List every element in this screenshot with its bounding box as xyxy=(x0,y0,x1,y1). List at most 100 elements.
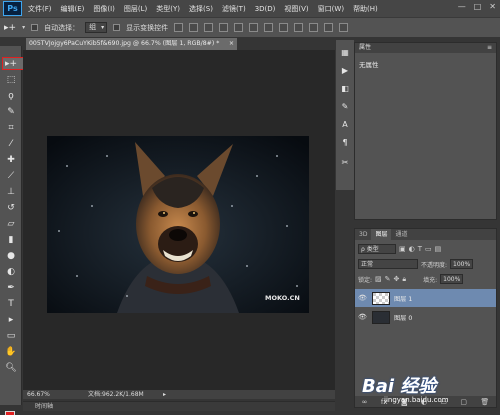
layer-name: 图层 1 xyxy=(394,295,413,303)
auto-select-dropdown[interactable]: 组 xyxy=(85,22,108,33)
filter-smart-icon[interactable]: ▤ xyxy=(435,245,442,253)
opacity-field[interactable]: 100% xyxy=(450,259,474,269)
shape-tool-icon[interactable]: ▭ xyxy=(4,329,18,342)
move-tool-preset-icon[interactable]: ▸+ xyxy=(4,23,16,33)
lasso-tool-icon[interactable]: ϙ xyxy=(4,89,18,102)
foreground-color-swatch[interactable] xyxy=(5,411,15,415)
distribute-left-icon[interactable] xyxy=(309,23,319,32)
document-canvas[interactable]: MOKO.CN xyxy=(47,136,309,313)
tool-presets-panel-icon[interactable]: ✂ xyxy=(340,158,350,167)
distribute-hcenter-icon[interactable] xyxy=(324,23,334,32)
show-transform-checkbox[interactable] xyxy=(113,24,121,31)
menu-filter[interactable]: 滤镜(T) xyxy=(222,4,246,14)
status-menu-icon[interactable]: ▸ xyxy=(163,390,166,399)
tab-3d[interactable]: 3D xyxy=(355,229,371,240)
filter-shape-icon[interactable]: ▭ xyxy=(425,245,432,253)
menu-type[interactable]: 类型(Y) xyxy=(156,4,180,14)
align-right-icon[interactable] xyxy=(249,23,259,32)
visibility-eye-icon[interactable]: 👁︎ xyxy=(358,313,367,321)
properties-body: 无属性 xyxy=(359,61,379,69)
dodge-tool-icon[interactable]: ◐ xyxy=(4,265,18,278)
properties-title: 属性 xyxy=(359,44,372,51)
layer-row[interactable]: 👁︎ 图层 0 xyxy=(355,308,496,326)
eraser-tool-icon[interactable]: ▱ xyxy=(4,217,18,230)
distribute-bottom-icon[interactable] xyxy=(294,23,304,32)
menu-view[interactable]: 视图(V) xyxy=(284,4,308,14)
lock-row: 锁定: ▨ ✎ ✥ 🔒︎ 填充: 100% xyxy=(355,273,496,285)
filter-type-icon[interactable]: T xyxy=(418,245,422,253)
history-brush-tool-icon[interactable]: ↺ xyxy=(4,201,18,214)
clone-stamp-tool-icon[interactable]: ⊥ xyxy=(4,185,18,198)
zoom-readout[interactable]: 66.67% xyxy=(27,390,50,399)
actions-panel-icon[interactable]: ▶ xyxy=(340,66,350,75)
lock-transparent-icon[interactable]: ▨ xyxy=(375,275,382,283)
document-tab-title: 005TVJojgy6PaCuYKib5f&690.jpg @ 66.7% (图… xyxy=(29,40,220,47)
layer-row[interactable]: 👁︎ 图层 1 xyxy=(355,289,496,307)
minimize-button[interactable]: — xyxy=(458,2,466,11)
baidu-watermark: Bai 经验 jingyan.baidu.com xyxy=(352,368,497,413)
distribute-right-icon[interactable] xyxy=(339,23,349,32)
distribute-top-icon[interactable] xyxy=(264,23,274,32)
align-bottom-icon[interactable] xyxy=(204,23,214,32)
lock-all-icon[interactable]: 🔒︎ xyxy=(402,275,406,284)
auto-select-checkbox[interactable] xyxy=(31,24,39,31)
align-hcenter-icon[interactable] xyxy=(234,23,244,32)
path-select-tool-icon[interactable]: ▸ xyxy=(4,313,18,326)
fill-field[interactable]: 100% xyxy=(440,274,464,284)
paragraph-panel-icon[interactable]: ¶ xyxy=(340,138,350,147)
tab-layers[interactable]: 图层 xyxy=(371,229,392,240)
menu-help[interactable]: 帮助(H) xyxy=(353,4,378,14)
brush-tool-icon[interactable]: ⟋ xyxy=(4,169,18,182)
panel-menu-icon[interactable]: ≡ xyxy=(487,43,492,53)
panel-dock: ▦ ▶ ◧ ✎ A ¶ ✂ xyxy=(336,40,354,190)
align-top-icon[interactable] xyxy=(174,23,184,32)
maximize-button[interactable]: □ xyxy=(474,2,482,11)
filter-adjust-icon[interactable]: ◐ xyxy=(409,245,415,253)
watermark-url: jingyan.baidu.com xyxy=(384,396,449,404)
preset-dropdown-icon[interactable]: ▾ xyxy=(22,24,25,31)
adjustments-panel-icon[interactable]: ◧ xyxy=(340,84,350,93)
align-left-icon[interactable] xyxy=(219,23,229,32)
document-tab-close-icon[interactable]: × xyxy=(229,38,234,50)
document-tab[interactable]: 005TVJojgy6PaCuYKib5f&690.jpg @ 66.7% (图… xyxy=(26,38,237,50)
menu-3d[interactable]: 3D(D) xyxy=(255,5,276,13)
character-panel-icon[interactable]: A xyxy=(340,120,350,129)
close-button[interactable]: ✕ xyxy=(489,2,496,11)
auto-select-label: 自动选择： xyxy=(44,23,80,32)
opacity-label: 不透明度: xyxy=(421,261,448,269)
menu-file[interactable]: 文件(F) xyxy=(28,4,52,14)
window-controls: — □ ✕ xyxy=(458,2,496,11)
menu-image[interactable]: 图像(I) xyxy=(93,4,115,14)
crop-tool-icon[interactable]: ⌗ xyxy=(4,121,18,134)
menu-layer[interactable]: 图层(L) xyxy=(124,4,147,14)
zoom-tool-icon[interactable]: 🔍︎ xyxy=(4,361,18,374)
dog-photo xyxy=(47,136,309,313)
tab-channels[interactable]: 通道 xyxy=(391,229,411,240)
visibility-eye-icon[interactable]: 👁︎ xyxy=(358,294,367,302)
hand-tool-icon[interactable]: ✋ xyxy=(4,345,18,358)
history-panel-icon[interactable]: ▦ xyxy=(340,48,350,57)
blend-mode-select[interactable]: 正常 xyxy=(358,259,418,269)
status-bar: 66.67% 文档:962.2K/1.68M ▸ xyxy=(23,390,335,399)
layer-kind-filter[interactable]: ρ 类型 xyxy=(358,244,396,254)
gradient-tool-icon[interactable]: ▮ xyxy=(4,233,18,246)
menu-window[interactable]: 窗口(W) xyxy=(318,4,344,14)
quick-select-tool-icon[interactable]: ✎ xyxy=(4,105,18,118)
align-vcenter-icon[interactable] xyxy=(189,23,199,32)
timeline-panel-tab[interactable]: 时间轴 xyxy=(23,401,335,411)
healing-brush-tool-icon[interactable]: ✚ xyxy=(4,153,18,166)
brush-panel-icon[interactable]: ✎ xyxy=(340,102,350,111)
canvas-area: MOKO.CN xyxy=(23,50,335,390)
type-tool-icon[interactable]: T xyxy=(4,297,18,310)
menu-edit[interactable]: 编辑(E) xyxy=(61,4,85,14)
lock-paint-icon[interactable]: ✎ xyxy=(385,275,391,283)
move-tool-icon[interactable]: ▸+ xyxy=(2,57,25,70)
eyedropper-tool-icon[interactable]: ⁄ xyxy=(4,137,18,150)
marquee-tool-icon[interactable]: ⬚ xyxy=(4,73,18,86)
pen-tool-icon[interactable]: ✒ xyxy=(4,281,18,294)
distribute-vcenter-icon[interactable] xyxy=(279,23,289,32)
filter-pixel-icon[interactable]: ▣ xyxy=(399,245,406,253)
lock-position-icon[interactable]: ✥ xyxy=(394,275,400,283)
blur-tool-icon[interactable]: ● xyxy=(4,249,18,262)
menu-select[interactable]: 选择(S) xyxy=(189,4,213,14)
